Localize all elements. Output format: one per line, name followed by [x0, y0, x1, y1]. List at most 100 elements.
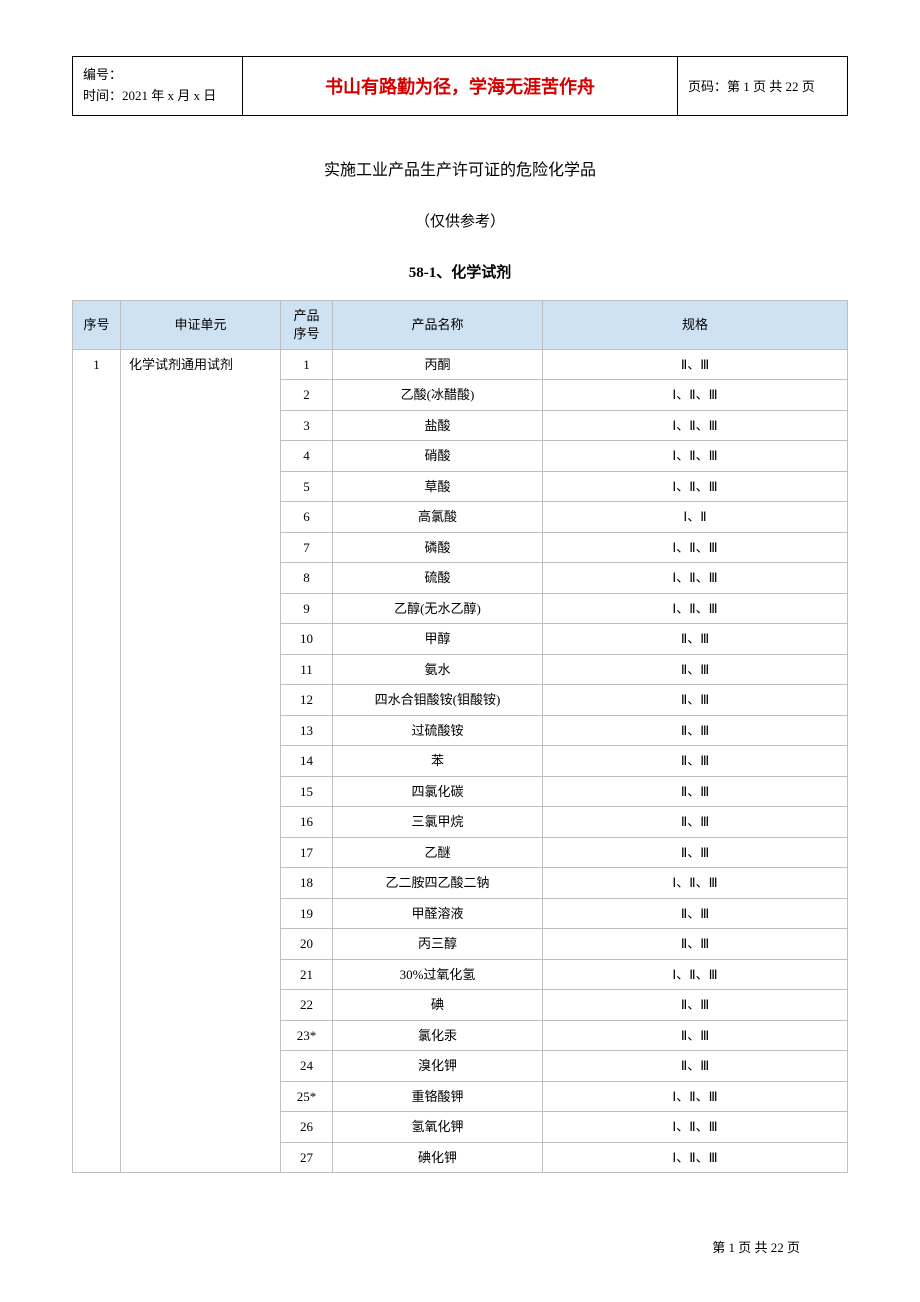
cell-product-name: 四水合钼酸铵(钼酸铵) [333, 685, 543, 716]
cell-product-name: 丙酮 [333, 349, 543, 380]
cell-product-name: 氢氧化钾 [333, 1112, 543, 1143]
cell-spec: Ⅰ、Ⅱ、Ⅲ [543, 1142, 848, 1173]
cell-product-num: 7 [281, 532, 333, 563]
cell-spec: Ⅰ、Ⅱ、Ⅲ [543, 532, 848, 563]
cell-product-name: 30%过氧化氢 [333, 959, 543, 990]
cell-product-num: 16 [281, 807, 333, 838]
header-date: 时间：2021 年 x 月 x 日 [83, 86, 232, 107]
cell-product-num: 25* [281, 1081, 333, 1112]
cell-product-num: 23* [281, 1020, 333, 1051]
cell-product-name: 苯 [333, 746, 543, 777]
cell-spec: Ⅱ、Ⅲ [543, 685, 848, 716]
cell-product-name: 磷酸 [333, 532, 543, 563]
cell-product-num: 8 [281, 563, 333, 594]
cell-seq: 1 [73, 349, 121, 1173]
cell-spec: Ⅰ、Ⅱ、Ⅲ [543, 410, 848, 441]
cell-product-num: 13 [281, 715, 333, 746]
cell-product-num: 22 [281, 990, 333, 1021]
cell-product-name: 氨水 [333, 654, 543, 685]
table-row: 1化学试剂通用试剂1丙酮Ⅱ、Ⅲ [73, 349, 848, 380]
cell-spec: Ⅱ、Ⅲ [543, 837, 848, 868]
cell-product-num: 17 [281, 837, 333, 868]
col-header-product-num-line1: 产品 [293, 308, 319, 323]
cell-spec: Ⅰ、Ⅱ、Ⅲ [543, 380, 848, 411]
cell-product-name: 氯化汞 [333, 1020, 543, 1051]
cell-product-num: 2 [281, 380, 333, 411]
cell-spec: Ⅰ、Ⅱ、Ⅲ [543, 441, 848, 472]
cell-spec: Ⅱ、Ⅲ [543, 1020, 848, 1051]
document-section-heading: 58-1、化学试剂 [72, 261, 848, 282]
header-page-info: 页码：第 1 页 共 22 页 [678, 57, 848, 116]
col-header-product-name: 产品名称 [333, 300, 543, 349]
cell-product-name: 高氯酸 [333, 502, 543, 533]
cell-product-name: 草酸 [333, 471, 543, 502]
cell-spec: Ⅱ、Ⅲ [543, 1051, 848, 1082]
cell-product-name: 乙醇(无水乙醇) [333, 593, 543, 624]
table-header-row: 序号 申证单元 产品 序号 产品名称 规格 [73, 300, 848, 349]
cell-product-num: 4 [281, 441, 333, 472]
cell-spec: Ⅱ、Ⅲ [543, 776, 848, 807]
cell-product-name: 盐酸 [333, 410, 543, 441]
cell-spec: Ⅱ、Ⅲ [543, 349, 848, 380]
cell-spec: Ⅱ、Ⅲ [543, 990, 848, 1021]
header-left-cell: 编号： 时间：2021 年 x 月 x 日 [73, 57, 243, 116]
cell-product-num: 20 [281, 929, 333, 960]
document-subtitle: （仅供参考） [72, 210, 848, 231]
col-header-seq: 序号 [73, 300, 121, 349]
cell-product-num: 12 [281, 685, 333, 716]
chemical-table: 序号 申证单元 产品 序号 产品名称 规格 1化学试剂通用试剂1丙酮Ⅱ、Ⅲ2乙酸… [72, 300, 848, 1174]
cell-spec: Ⅰ、Ⅱ、Ⅲ [543, 593, 848, 624]
col-header-product-num: 产品 序号 [281, 300, 333, 349]
cell-product-num: 18 [281, 868, 333, 899]
cell-spec: Ⅱ、Ⅲ [543, 929, 848, 960]
cell-product-num: 26 [281, 1112, 333, 1143]
cell-product-name: 重铬酸钾 [333, 1081, 543, 1112]
cell-product-num: 14 [281, 746, 333, 777]
cell-spec: Ⅱ、Ⅲ [543, 624, 848, 655]
cell-product-num: 6 [281, 502, 333, 533]
cell-product-name: 碘化钾 [333, 1142, 543, 1173]
cell-product-name: 四氯化碳 [333, 776, 543, 807]
cell-product-name: 过硫酸铵 [333, 715, 543, 746]
cell-product-num: 24 [281, 1051, 333, 1082]
cell-spec: Ⅰ、Ⅱ、Ⅲ [543, 868, 848, 899]
col-header-product-num-line2: 序号 [293, 326, 319, 341]
cell-spec: Ⅰ、Ⅱ、Ⅲ [543, 959, 848, 990]
header-doc-number: 编号： [83, 65, 232, 86]
document-title: 实施工业产品生产许可证的危险化学品 [72, 156, 848, 180]
cell-product-num: 15 [281, 776, 333, 807]
cell-spec: Ⅱ、Ⅲ [543, 715, 848, 746]
cell-spec: Ⅰ、Ⅱ、Ⅲ [543, 1112, 848, 1143]
cell-spec: Ⅱ、Ⅲ [543, 807, 848, 838]
cell-spec: Ⅰ、Ⅱ、Ⅲ [543, 471, 848, 502]
cell-product-num: 5 [281, 471, 333, 502]
cell-product-num: 11 [281, 654, 333, 685]
cell-spec: Ⅰ、Ⅱ、Ⅲ [543, 563, 848, 594]
cell-product-name: 硫酸 [333, 563, 543, 594]
cell-product-name: 丙三醇 [333, 929, 543, 960]
cell-spec: Ⅰ、Ⅱ、Ⅲ [543, 1081, 848, 1112]
col-header-spec: 规格 [543, 300, 848, 349]
cell-spec: Ⅱ、Ⅲ [543, 898, 848, 929]
cell-spec: Ⅰ、Ⅱ [543, 502, 848, 533]
cell-product-name: 溴化钾 [333, 1051, 543, 1082]
cell-spec: Ⅱ、Ⅲ [543, 746, 848, 777]
cell-unit: 化学试剂通用试剂 [121, 349, 281, 1173]
page-container: 编号： 时间：2021 年 x 月 x 日 书山有路勤为径，学海无涯苦作舟 页码… [0, 0, 920, 1213]
cell-product-name: 乙二胺四乙酸二钠 [333, 868, 543, 899]
cell-product-name: 碘 [333, 990, 543, 1021]
cell-product-num: 3 [281, 410, 333, 441]
cell-product-name: 三氯甲烷 [333, 807, 543, 838]
cell-product-num: 19 [281, 898, 333, 929]
cell-product-name: 硝酸 [333, 441, 543, 472]
cell-spec: Ⅱ、Ⅲ [543, 654, 848, 685]
cell-product-num: 27 [281, 1142, 333, 1173]
cell-product-name: 乙酸(冰醋酸) [333, 380, 543, 411]
cell-product-name: 甲醛溶液 [333, 898, 543, 929]
cell-product-num: 10 [281, 624, 333, 655]
page-header: 编号： 时间：2021 年 x 月 x 日 书山有路勤为径，学海无涯苦作舟 页码… [72, 56, 848, 116]
header-motto: 书山有路勤为径，学海无涯苦作舟 [243, 57, 678, 116]
cell-product-name: 乙醚 [333, 837, 543, 868]
cell-product-num: 9 [281, 593, 333, 624]
cell-product-num: 1 [281, 349, 333, 380]
